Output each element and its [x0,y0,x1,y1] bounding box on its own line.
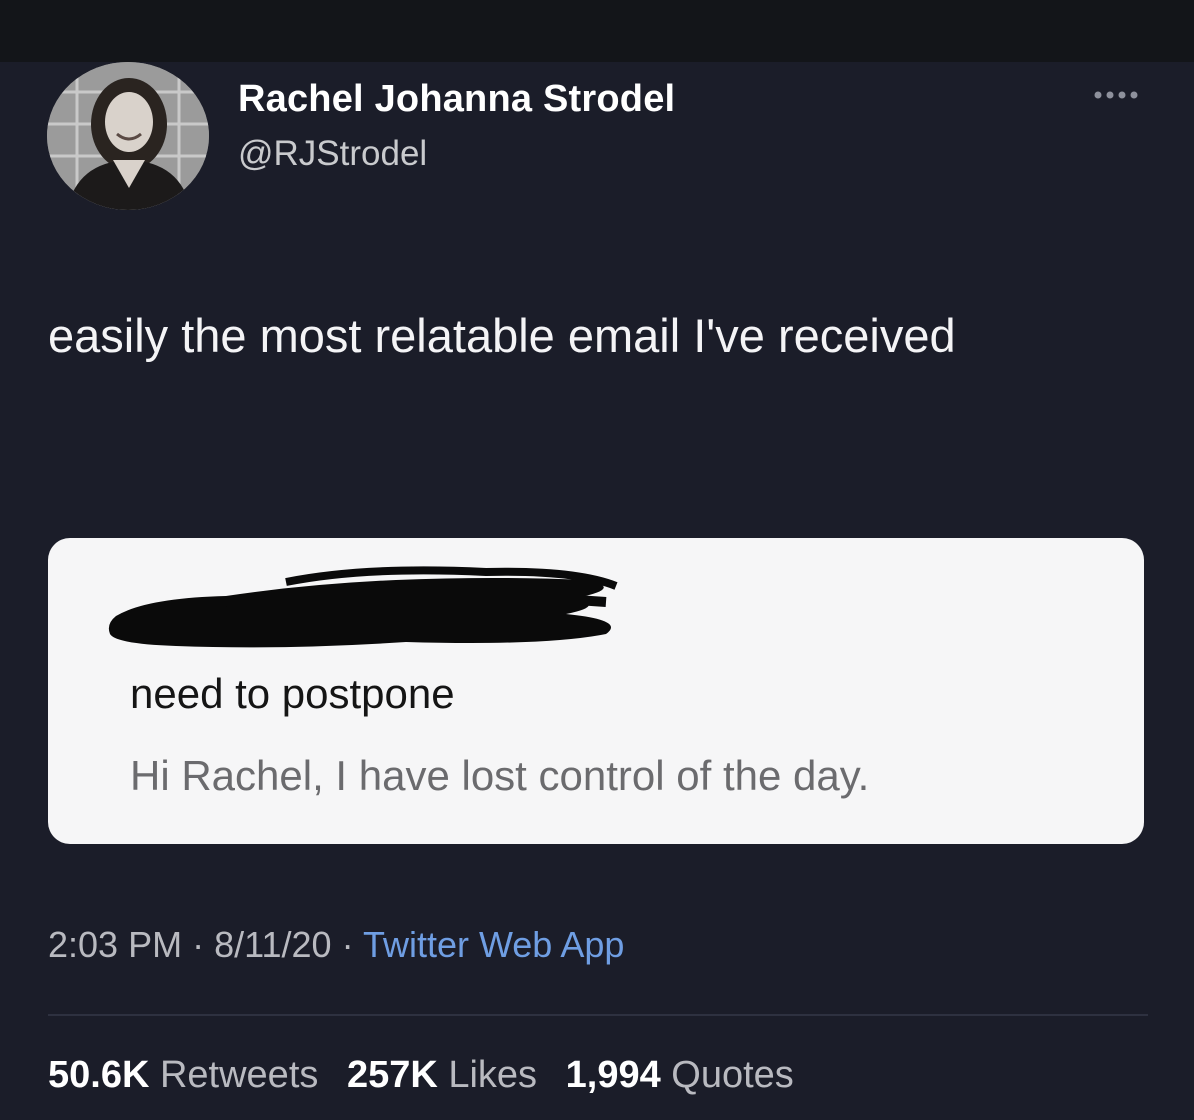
meta-separator: · [192,924,205,965]
top-bar [0,0,1194,62]
engagement-stats: 50.6K Retweets 257K Likes 1,994 Quotes [48,1054,812,1097]
tweet-metadata: 2:03 PM · 8/11/20 · Twitter Web App [48,924,624,966]
likes-stat[interactable]: 257K Likes [347,1054,548,1096]
likes-count: 257K [346,1054,438,1096]
display-name[interactable]: Rachel Johanna Strodel [238,78,675,121]
quotes-label: Quotes [671,1054,794,1096]
email-subject: need to postpone [130,670,455,717]
tweet-source-link[interactable]: Twitter Web App [363,924,624,965]
more-icon[interactable] [1088,82,1142,108]
meta-separator: · [341,924,354,965]
email-preview: Hi Rachel, I have lost control of the da… [130,752,870,799]
tweet-screenshot: Rachel Johanna Strodel @RJStrodel easily… [0,0,1194,1120]
quotes-stat[interactable]: 1,994 Quotes [566,1054,794,1096]
avatar[interactable] [47,62,209,210]
retweets-count: 50.6K [48,1054,150,1096]
attached-image-email[interactable]: need to postpone Hi Rachel, I have lost … [48,538,1144,844]
tweet-text: easily the most relatable email I've rec… [48,309,956,362]
divider [48,1014,1148,1016]
likes-label: Likes [448,1054,538,1096]
user-handle[interactable]: @RJStrodel [238,134,427,174]
redacted-sender [106,558,626,653]
tweet-time: 2:03 PM [48,924,183,965]
retweets-label: Retweets [159,1054,319,1096]
quotes-count: 1,994 [565,1054,661,1096]
tweet-date: 8/11/20 [214,924,332,965]
retweets-stat[interactable]: 50.6K Retweets [48,1054,329,1096]
